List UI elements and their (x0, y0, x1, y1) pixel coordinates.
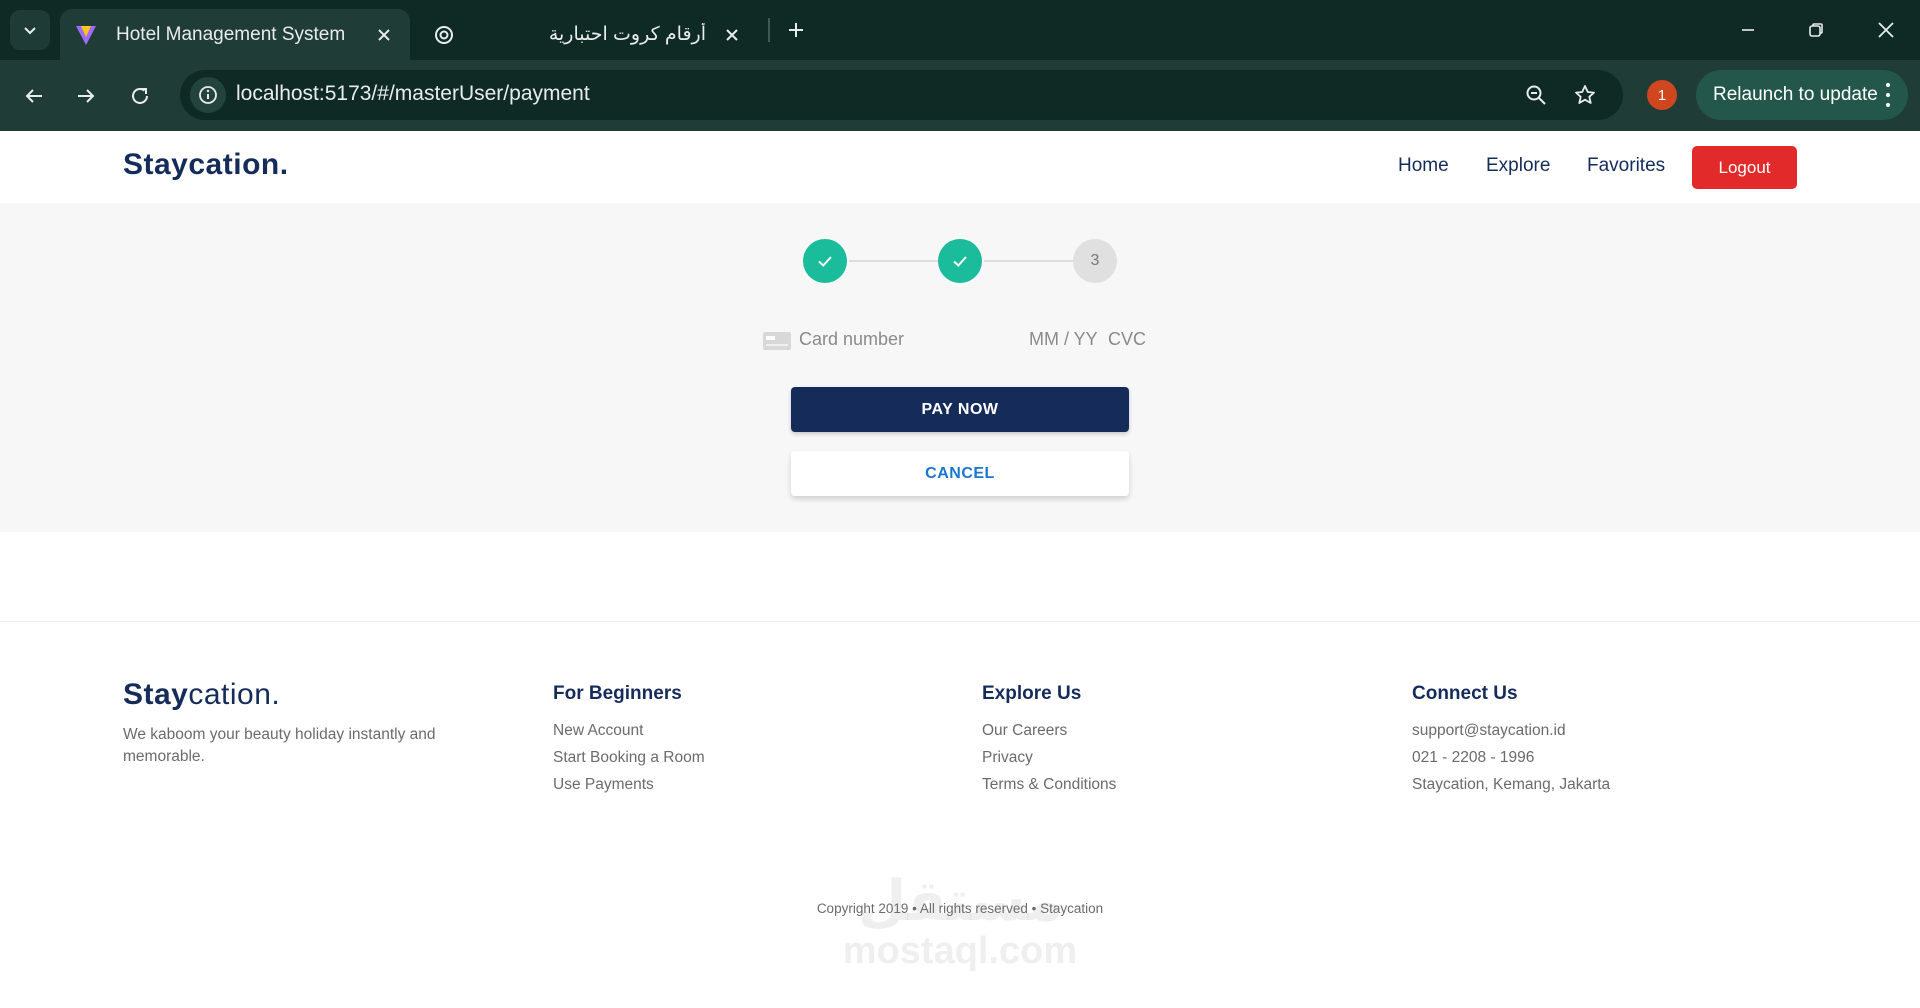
step-3-pending: 3 (1073, 239, 1117, 283)
relaunch-label: Relaunch to update (1713, 84, 1878, 105)
vite-favicon-icon (72, 21, 100, 49)
restore-button[interactable] (1792, 8, 1840, 52)
browser-toolbar: localhost:5173/#/masterUser/payment 1 Re… (0, 60, 1920, 131)
tab-test-cards[interactable]: أرقام كروت احتبارية (418, 9, 758, 60)
chevron-down-icon (24, 27, 36, 35)
copyright: Copyright 2019 • All rights reserved • S… (816, 901, 1104, 916)
check-icon (818, 256, 832, 267)
credit-card-icon (763, 332, 791, 350)
step-1-complete (803, 239, 847, 283)
tab-hotel-management[interactable]: Hotel Management System (60, 9, 410, 60)
openai-favicon-icon (430, 21, 458, 49)
close-icon[interactable] (718, 21, 746, 49)
logout-button[interactable]: Logout (1692, 146, 1797, 189)
footer-column-title: Connect Us (1412, 683, 1518, 704)
step-2-complete (938, 239, 982, 283)
restore-icon (1809, 23, 1823, 37)
arrow-right-icon (78, 89, 95, 103)
footer-tagline: We kaboom your beauty holiday instantly … (123, 726, 436, 765)
site-info-button[interactable] (190, 77, 226, 113)
footer-link[interactable]: New Account (553, 717, 705, 744)
zoom-button[interactable] (1520, 79, 1552, 111)
footer-link[interactable]: Start Booking a Room (553, 744, 705, 771)
payment-section: 3 Card number MM / YY CVC PAY NOW CANCEL (0, 203, 1920, 532)
cancel-button[interactable]: CANCEL (791, 451, 1129, 496)
page: Staycation. Home Explore Favorites Logou… (0, 131, 1920, 1008)
footer-link[interactable]: Terms & Conditions (982, 771, 1116, 798)
arrow-left-icon (25, 89, 42, 103)
minimize-icon (1742, 29, 1754, 31)
close-icon (1878, 22, 1894, 38)
zoom-out-icon (1526, 85, 1546, 105)
stepper-connector (984, 260, 1077, 262)
card-number-input[interactable]: Card number (799, 329, 904, 350)
tab-search-button[interactable] (10, 10, 50, 50)
footer-link[interactable]: Privacy (982, 744, 1116, 771)
watermark-logo: مستقل mostaql.com (0, 871, 1920, 972)
back-button[interactable] (14, 76, 54, 116)
nav-explore[interactable]: Explore (1486, 155, 1550, 177)
footer-contact-email[interactable]: support@staycation.id (1412, 717, 1610, 744)
close-icon[interactable] (370, 21, 398, 49)
card-cvc-input[interactable]: CVC (1108, 329, 1146, 350)
footer-contact-address: Staycation, Kemang, Jakarta (1412, 776, 1611, 793)
reload-icon (132, 87, 148, 104)
address-bar[interactable]: localhost:5173/#/masterUser/payment (180, 70, 1623, 120)
reload-button[interactable] (120, 76, 160, 116)
footer-link[interactable]: Use Payments (553, 771, 705, 798)
footer-brand: Staycation. (123, 678, 281, 711)
nav-favorites[interactable]: Favorites (1587, 155, 1665, 177)
url-text[interactable]: localhost:5173/#/masterUser/payment (236, 82, 590, 106)
minimize-button[interactable] (1724, 8, 1772, 52)
footer-contact-phone: 021 - 2208 - 1996 (1412, 749, 1535, 766)
footer-column-title: For Beginners (553, 683, 682, 704)
tab-divider (768, 18, 770, 42)
tab-title: Hotel Management System (116, 23, 346, 45)
info-icon (199, 86, 217, 104)
tab-title: أرقام كروت احتبارية (548, 24, 706, 45)
forward-button[interactable] (66, 76, 106, 116)
browser-chrome: Hotel Management System أرقام كروت احتبا… (0, 0, 1920, 131)
new-tab-button[interactable] (780, 14, 812, 46)
close-window-button[interactable] (1862, 8, 1910, 52)
footer-divider (0, 621, 1920, 622)
watermark-latin: mostaql.com (842, 930, 1078, 972)
tab-strip: Hotel Management System أرقام كروت احتبا… (0, 0, 1920, 60)
check-icon (953, 256, 967, 267)
site-navbar: Staycation. Home Explore Favorites Logou… (0, 131, 1920, 203)
relaunch-button[interactable]: Relaunch to update (1696, 70, 1908, 120)
footer-column-beginners: For Beginners New Account Start Booking … (553, 683, 705, 798)
bookmark-button[interactable] (1569, 79, 1601, 111)
plus-icon (789, 23, 803, 37)
profile-badge[interactable]: 1 (1647, 80, 1677, 110)
star-icon (1575, 85, 1595, 104)
card-element[interactable]: Card number MM / YY CVC (760, 323, 1160, 359)
stepper-connector (849, 260, 943, 262)
footer-column-connect: Connect Us support@staycation.id 021 - 2… (1412, 683, 1610, 798)
card-expiry-input[interactable]: MM / YY (1029, 329, 1098, 350)
brand-logo[interactable]: Staycation. (123, 148, 289, 182)
nav-home[interactable]: Home (1398, 155, 1449, 177)
footer-link[interactable]: Our Careers (982, 717, 1116, 744)
footer-column-explore: Explore Us Our Careers Privacy Terms & C… (982, 683, 1116, 798)
pay-now-button[interactable]: PAY NOW (791, 387, 1129, 432)
footer-column-title: Explore Us (982, 683, 1082, 704)
more-vert-icon[interactable] (1884, 83, 1892, 107)
